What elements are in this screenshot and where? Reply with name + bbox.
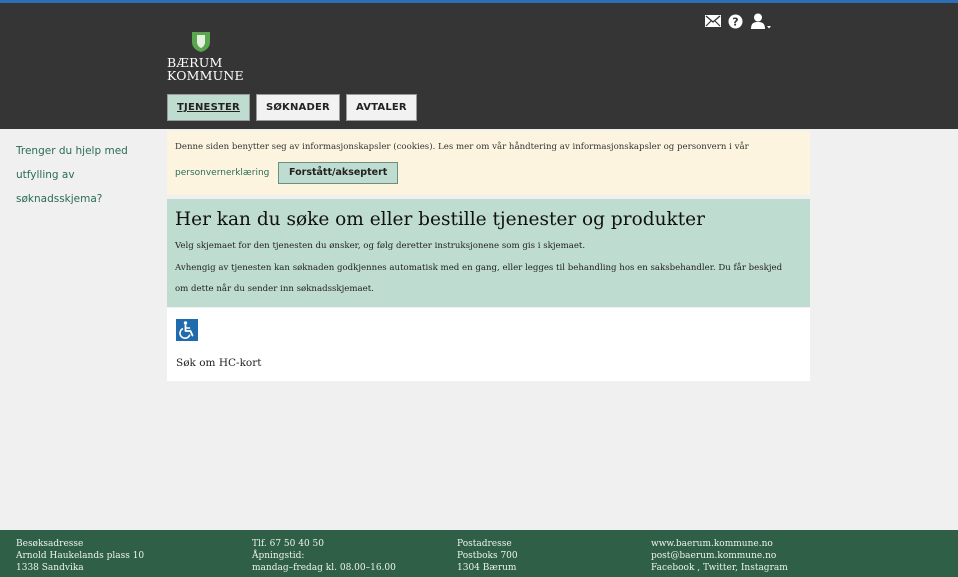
help-sidebar[interactable]: Trenger du hjelp med utfylling av søknad…: [16, 139, 164, 211]
footer-text: mandag–fredag kl. 08.00–16.00: [252, 563, 396, 573]
site-footer: Besøksadresse Arnold Haukelands plass 10…: [0, 530, 958, 577]
service-card-hc[interactable]: Søk om HC-kort: [167, 308, 810, 381]
footer-text: Postboks 700: [457, 551, 518, 561]
footer-text: Tlf. 67 50 40 50: [252, 539, 325, 549]
footer-text: Arnold Haukelands plass 10: [16, 551, 145, 561]
nav-tab-tjenester[interactable]: TJENESTER: [167, 94, 250, 121]
municipality-logo[interactable]: BÆRUM KOMMUNE: [167, 31, 267, 82]
site-header: BÆRUM KOMMUNE TJENESTER SØKNADER AVTALER…: [0, 3, 958, 129]
intro-paragraph-2: Avhengig av tjenesten kan søknaden godkj…: [175, 263, 783, 273]
nav-tab-avtaler[interactable]: AVTALER: [345, 94, 417, 121]
service-label[interactable]: Søk om HC-kort: [176, 357, 262, 369]
intro-paragraph-3: om dette når du sender inn søknadsskjema…: [175, 284, 374, 294]
footer-phone-hours: Tlf. 67 50 40 50 Åpningstid: mandag–fred…: [252, 538, 396, 574]
header-icon-bar: ?: [705, 13, 772, 29]
footer-text: 1304 Bærum: [457, 563, 517, 573]
footer-contact-links: www.baerum.kommune.no post@baerum.kommun…: [651, 538, 788, 574]
help-line-1[interactable]: Trenger du hjelp med: [16, 139, 164, 163]
shield-icon: [192, 32, 210, 52]
help-line-2[interactable]: utfylling av søknadsskjema?: [16, 163, 164, 211]
privacy-policy-link[interactable]: personvernerklæring: [175, 167, 269, 179]
footer-visiting-address: Besøksadresse Arnold Haukelands plass 10…: [16, 538, 144, 574]
cookie-text: Denne siden benytter seg av informasjons…: [175, 142, 749, 152]
help-icon[interactable]: ?: [728, 14, 743, 29]
footer-text: Besøksadresse: [16, 539, 84, 549]
footer-postal-address: Postadresse Postboks 700 1304 Bærum: [457, 538, 518, 574]
intro-paragraph-1: Velg skjemaet for den tjenesten du ønske…: [175, 241, 586, 251]
footer-website-link[interactable]: www.baerum.kommune.no: [651, 538, 788, 550]
cookie-banner: Denne siden benytter seg av informasjons…: [167, 131, 810, 195]
accept-cookies-button[interactable]: Forstått/akseptert: [278, 162, 399, 184]
svg-text:?: ?: [732, 15, 738, 28]
intro-panel: Her kan du søke om eller bestille tjenes…: [167, 199, 810, 307]
logo-text: BÆRUM KOMMUNE: [167, 56, 267, 82]
wheelchair-icon[interactable]: [176, 319, 198, 341]
mail-icon[interactable]: [705, 15, 721, 27]
user-icon[interactable]: [750, 13, 772, 29]
footer-text: Postadresse: [457, 539, 512, 549]
footer-social-links[interactable]: Facebook , Twitter, Instagram: [651, 562, 788, 574]
nav-tab-soknader[interactable]: SØKNADER: [255, 94, 340, 121]
logo-line-2: KOMMUNE: [167, 68, 244, 83]
page-title: Her kan du søke om eller bestille tjenes…: [175, 209, 705, 230]
footer-email-link[interactable]: post@baerum.kommune.no: [651, 550, 788, 562]
footer-text: Åpningstid:: [252, 551, 305, 561]
footer-text: 1338 Sandvika: [16, 563, 84, 573]
main-nav: TJENESTER SØKNADER AVTALER: [167, 94, 417, 121]
